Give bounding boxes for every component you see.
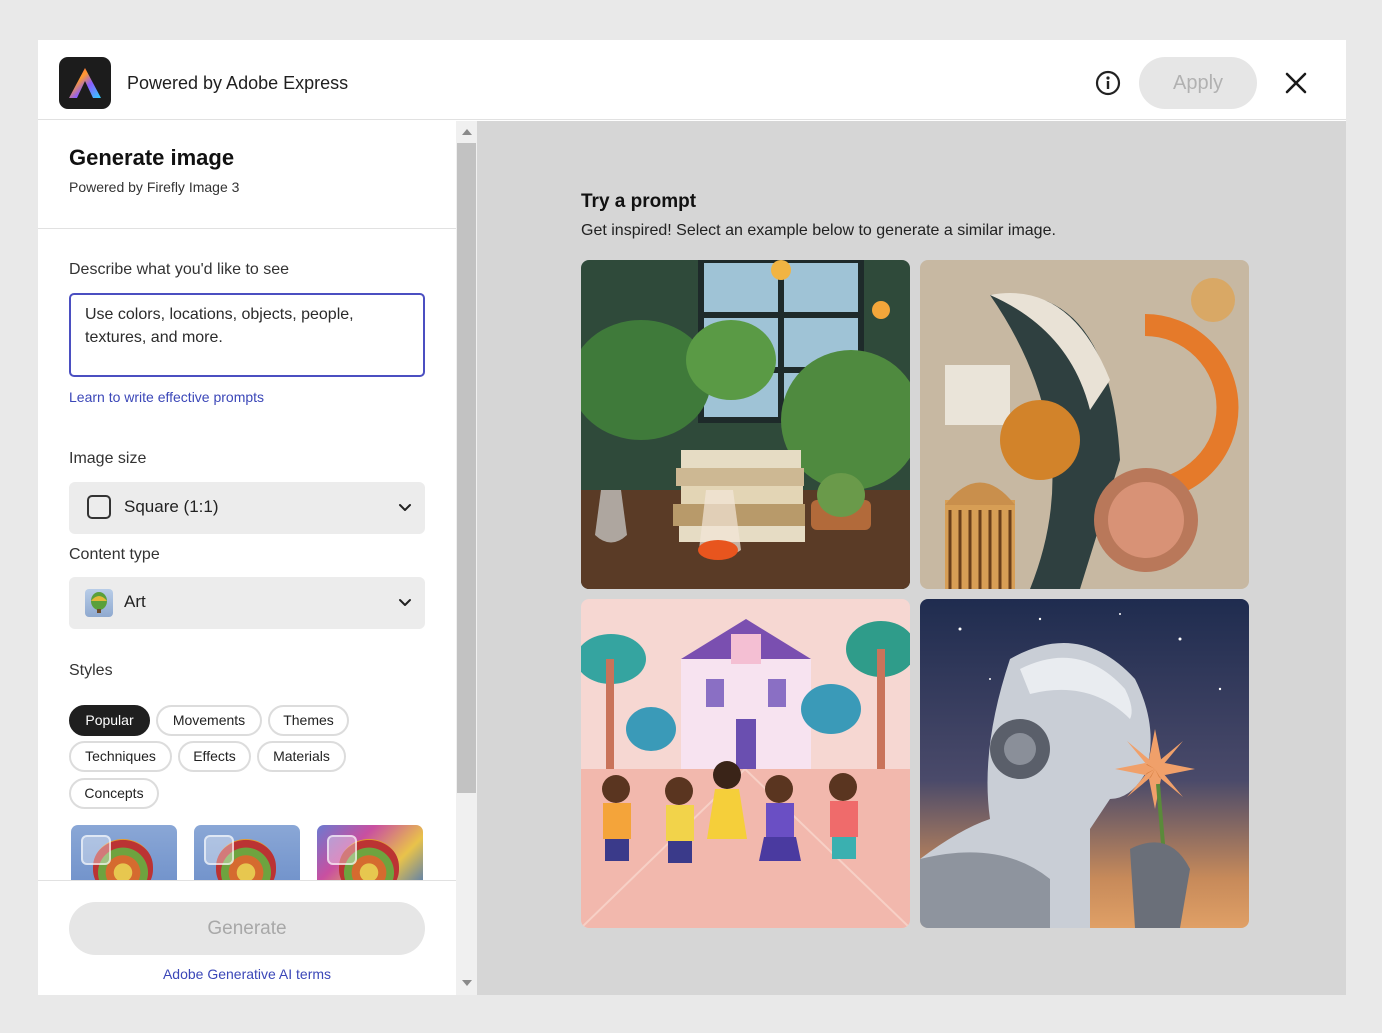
image-size-label: Image size [69,450,147,467]
try-prompt-subtitle: Get inspired! Select an example below to… [581,222,1056,239]
select-square-icon [327,835,357,865]
scroll-down-arrow-icon[interactable] [462,980,472,986]
content-type-select[interactable]: Art [69,577,425,629]
chevron-down-icon [399,599,411,606]
scroll-up-arrow-icon[interactable] [462,129,472,135]
example-image-kids-palace[interactable] [581,599,910,928]
terms-link[interactable]: Adobe Generative AI terms [38,966,456,982]
express-dialog: Powered by Adobe Express Apply Generate … [38,40,1346,995]
divider [38,228,456,229]
image-size-select[interactable]: Square (1:1) [69,482,425,534]
generate-button[interactable]: Generate [69,902,425,955]
chip-concepts[interactable]: Concepts [69,778,159,809]
chip-effects[interactable]: Effects [178,741,251,772]
apply-button[interactable]: Apply [1139,57,1257,109]
adobe-express-logo [59,57,111,109]
close-icon[interactable] [1284,71,1308,95]
select-square-icon [81,835,111,865]
select-square-icon [204,835,234,865]
generate-panel: Generate image Powered by Firefly Image … [38,121,456,995]
try-prompt-title: Try a prompt [581,191,697,212]
prompt-input[interactable] [71,295,423,375]
balloon-icon [85,589,113,617]
prompt-field[interactable] [69,293,425,377]
chip-materials[interactable]: Materials [257,741,346,772]
chip-popular[interactable]: Popular [69,705,150,736]
example-image-plants-books[interactable] [581,260,910,589]
brand-title: Powered by Adobe Express [127,73,349,93]
panel-scrollbar[interactable] [456,121,477,995]
panel-subtitle: Powered by Firefly Image 3 [69,179,240,195]
scroll-thumb[interactable] [457,143,476,793]
chip-movements[interactable]: Movements [156,705,262,736]
chevron-down-icon [399,504,411,511]
chip-themes[interactable]: Themes [268,705,349,736]
panel-footer: Generate Adobe Generative AI terms [38,881,456,995]
image-size-value: Square (1:1) [124,497,219,516]
info-icon[interactable] [1095,70,1121,96]
learn-prompts-link[interactable]: Learn to write effective prompts [69,389,264,405]
panel-title: Generate image [69,145,235,170]
chip-techniques[interactable]: Techniques [69,741,172,772]
content-type-value: Art [124,592,146,611]
prompt-label: Describe what you'd like to see [69,261,290,278]
square-icon [87,495,111,519]
dialog-header: Powered by Adobe Express Apply [38,40,1346,120]
styles-label: Styles [69,662,113,679]
content-type-label: Content type [69,546,160,563]
example-image-robot-flower[interactable] [920,599,1249,928]
example-image-abstract-shapes[interactable] [920,260,1249,589]
inspiration-panel: Try a prompt Get inspired! Select an exa… [477,121,1346,995]
